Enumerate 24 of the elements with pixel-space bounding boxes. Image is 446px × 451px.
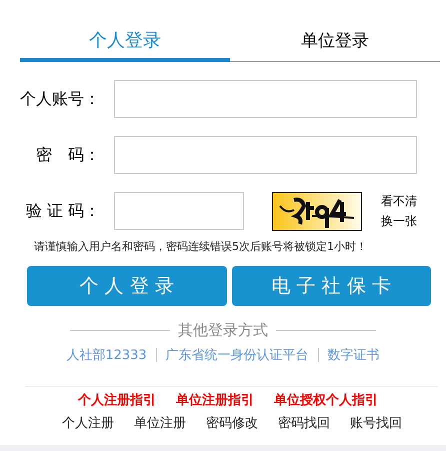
field-label: 验 证 码： <box>24 200 101 222</box>
login-method-link[interactable]: 数字证书 <box>328 346 380 364</box>
login-method-link[interactable]: 人社部12333 <box>66 346 147 364</box>
input-field[interactable] <box>114 80 417 118</box>
field-label: 个人账号： <box>19 88 101 110</box>
footer-link[interactable]: 单位注册 <box>134 414 186 432</box>
guide-link[interactable]: 单位注册指引 <box>176 391 254 409</box>
login-method-link[interactable]: 广东省统一身份认证平台 <box>166 346 309 364</box>
guide-link[interactable]: 单位授权个人指引 <box>274 391 378 409</box>
captcha-field[interactable] <box>114 192 244 230</box>
section-title: 其他登录方式 <box>178 321 268 340</box>
input-field[interactable] <box>114 136 417 174</box>
login-tab[interactable]: 单位登录 <box>230 20 440 62</box>
footer-link[interactable]: 账号找回 <box>350 414 402 432</box>
warning-text: 请谨慎输入用户名和密码，密码连续错误5次后账号将被锁定1小时！ <box>34 239 368 254</box>
login-tab[interactable]: 个人登录 <box>20 20 230 62</box>
guide-link[interactable]: 个人注册指引 <box>78 391 156 409</box>
field-label: 密 码： <box>35 144 101 166</box>
login-button[interactable]: 电 子 社 保 卡 <box>232 266 431 306</box>
footer-link[interactable]: 密码找回 <box>278 414 330 432</box>
footer-link[interactable]: 密码修改 <box>206 414 258 432</box>
footer-link[interactable]: 个人注册 <box>62 414 114 432</box>
login-button[interactable]: 个 人 登 录 <box>27 266 226 306</box>
refresh-captcha-link[interactable]: 看不清 换一张 <box>381 191 417 231</box>
